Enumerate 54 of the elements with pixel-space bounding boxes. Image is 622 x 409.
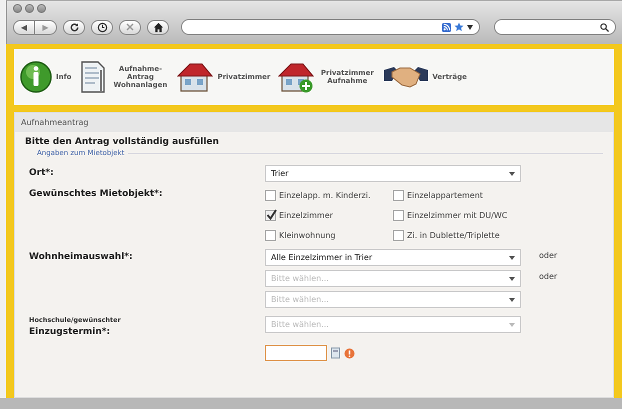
field-label: Gewünschtes Mietobjekt*: [29,188,164,199]
house-plus-icon [278,61,314,93]
handshake-icon [384,64,428,90]
field-label: Wohnheimauswahl*: [29,251,134,262]
star-icon [454,22,464,32]
clock-icon [96,22,108,32]
stop-button[interactable] [119,20,141,34]
checkbox-option[interactable]: Einzelzimmer [265,210,393,221]
select-field[interactable]: Trier [265,165,521,182]
dropdown-arrow-icon [467,24,473,30]
checkbox-checked[interactable] [265,210,276,221]
info-icon [20,61,52,93]
close-icon [125,22,135,32]
field-label: Einzugstermin*: [29,327,112,337]
checkbox[interactable] [265,190,276,201]
checkbox-option[interactable]: Einzelzimmer mit DU/WC [393,210,521,221]
checkbox[interactable] [265,230,276,241]
search-field[interactable] [494,19,616,35]
calendar-icon[interactable] [331,347,340,359]
dropdown-arrow-icon [509,298,515,302]
dropdown-arrow-icon [509,276,515,280]
document-icon [79,60,108,94]
dropdown-arrow-icon [509,172,515,176]
home-button[interactable] [147,20,169,34]
or-text: oder [539,271,558,281]
form-heading: Bitte den Antrag vollständig ausfüllen [25,136,220,149]
checkbox-option[interactable]: Zi. in Dublette/Triplette [393,230,521,241]
checkbox[interactable] [393,190,404,201]
panel-title: Aufnahmeantrag [15,113,613,132]
or-text: oder [539,250,558,260]
dropdown-arrow-icon [509,256,515,260]
checkbox[interactable] [393,230,404,241]
history-button[interactable] [91,20,113,34]
checkbox[interactable] [393,210,404,221]
rss-icon [442,22,451,32]
back-button[interactable]: ◀ [13,20,35,34]
date-field[interactable] [265,345,327,361]
home-icon [152,22,164,32]
field-label: Ort*: [29,167,55,178]
reload-icon [68,22,80,32]
dropdown-arrow-icon [509,322,515,326]
select-field[interactable]: Alle Einzelzimmer in Trier [265,249,521,266]
checkbox-option[interactable]: Einzelapp. m. Kinderzi. [265,190,393,201]
warning-icon [344,348,355,358]
zoom-icon[interactable] [37,4,46,13]
checkmark-icon [266,209,277,220]
house-icon [177,61,214,93]
reload-button[interactable] [63,20,85,34]
minimize-icon[interactable] [25,4,34,13]
close-icon[interactable] [13,4,22,13]
checkbox-option[interactable]: Kleinwohnung [265,230,393,241]
checkbox-option[interactable]: Einzelappartement [393,190,521,201]
search-icon [600,22,609,32]
address-field[interactable] [181,19,480,35]
